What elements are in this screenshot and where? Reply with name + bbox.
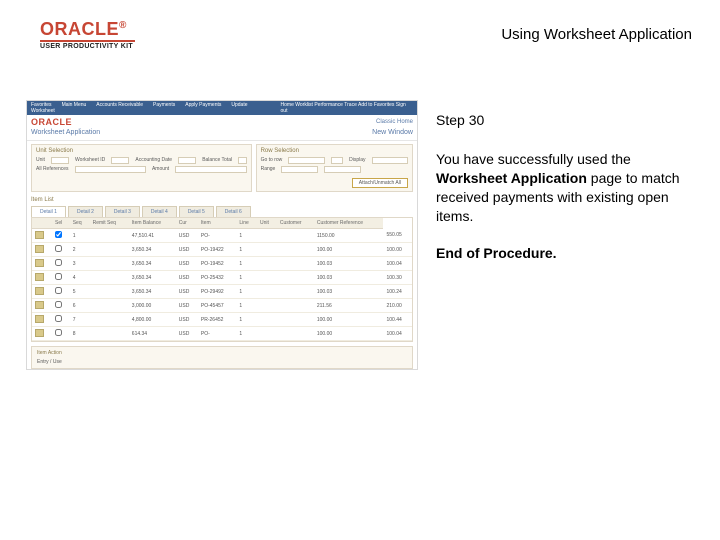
row-selection-panel: Row Selection Go to rowDisplay Range Att…	[256, 144, 413, 192]
embedded-app-screenshot: FavoritesMain MenuAccounts ReceivablePay…	[26, 100, 418, 370]
oracle-logo: ORACLE®	[40, 20, 135, 38]
classic-home-link: Classic Home	[376, 119, 413, 125]
breadcrumb-menu: FavoritesMain MenuAccounts ReceivablePay…	[31, 102, 281, 114]
instruction-panel: Step 30 You have successfully used the W…	[436, 100, 700, 370]
app-brand-small: ORACLE	[31, 117, 72, 127]
app-brand-row: ORACLE Classic Home	[27, 115, 417, 127]
step-label: Step 30	[436, 112, 700, 128]
balance-row: Balance2,515.17Cr1,320.13Adj0.00Net0.00D…	[27, 369, 417, 370]
unit-selection-panel: Unit Selection UnitWorksheet IDAccountin…	[31, 144, 252, 192]
oracle-logo-block: ORACLE® USER PRODUCTIVITY KIT	[40, 20, 135, 50]
registered-mark: ®	[119, 20, 127, 31]
app-top-bar: FavoritesMain MenuAccounts ReceivablePay…	[27, 101, 417, 115]
oracle-wordmark: ORACLE	[40, 19, 119, 39]
logo-divider	[40, 40, 135, 42]
item-grid: SelSeqRemit SeqItem BalanceCurItemLineUn…	[31, 217, 413, 342]
unmatch-button: Attach/Unmatch All	[352, 178, 408, 188]
document-title: Using Worksheet Application	[501, 26, 692, 43]
page-title: Worksheet Application	[31, 129, 100, 136]
instruction-body: You have successfully used the Worksheet…	[436, 150, 700, 226]
app-top-links: Home Worklist Performance Trace Add to F…	[281, 102, 413, 114]
item-action-panel: Item Action Entry / Use	[31, 346, 413, 369]
detail-tabs: Detail 1 Detail 2 Detail 3 Detail 4 Deta…	[27, 203, 417, 217]
product-subbrand: USER PRODUCTIVITY KIT	[40, 43, 135, 50]
end-of-procedure: End of Procedure.	[436, 244, 700, 263]
new-window-link: New Window	[372, 129, 413, 136]
item-list-label: Item List	[27, 195, 417, 203]
